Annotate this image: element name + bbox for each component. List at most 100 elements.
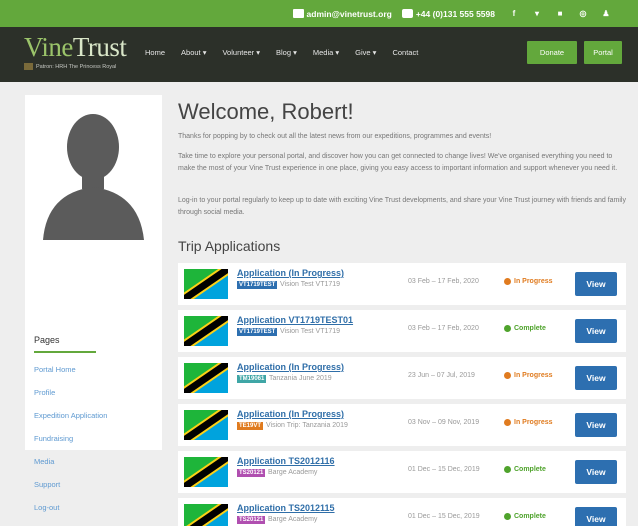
trip-name: Tanzania June 2019 <box>269 375 332 382</box>
application-card: Application TS2012116 TS20121 Barge Academ… <box>178 451 626 493</box>
check-circle-icon <box>504 513 511 520</box>
view-button[interactable]: View <box>575 319 617 343</box>
profile-sidebar: Pages Portal Home Profile Expedition App… <box>25 95 162 512</box>
application-card: Application (In Progress) TE19VT Vision Tr… <box>178 404 626 446</box>
email-link[interactable]: admin@vinetrust.org <box>292 8 392 19</box>
nav-contact[interactable]: Contact <box>392 48 418 57</box>
trip-name: Barge Academy <box>268 469 318 476</box>
email-icon <box>292 9 304 18</box>
nav-volunteer[interactable]: Volunteer ▾ <box>222 48 260 57</box>
application-title-link[interactable]: Application (In Progress) <box>237 409 344 419</box>
account-icon[interactable]: ♟ <box>602 9 610 18</box>
sidebar-item-support[interactable]: Support <box>34 480 60 489</box>
trip-code-badge: VT1719TEST <box>237 281 278 289</box>
application-card: Application (In Progress) VT1719TEST Visio… <box>178 263 626 305</box>
status-badge: In Progress <box>504 419 553 426</box>
view-button[interactable]: View <box>575 460 617 484</box>
trip-dates: 01 Dec – 15 Dec, 2019 <box>408 513 480 520</box>
status-text: In Progress <box>514 419 553 426</box>
trip-dates: 23 Jun – 07 Jul, 2019 <box>408 372 475 379</box>
email-text: admin@vinetrust.org <box>306 8 392 19</box>
portal-button[interactable]: Portal <box>584 41 622 64</box>
intro-paragraph-2: Take time to explore your personal porta… <box>178 153 618 172</box>
status-badge: In Progress <box>504 372 553 379</box>
phone-icon <box>401 9 413 18</box>
clock-icon <box>504 278 511 285</box>
page-title: Welcome, Robert! <box>178 99 354 124</box>
vine-trust-logo[interactable]: VineTrust Patron: HRH The Princess Royal <box>24 32 136 76</box>
view-button[interactable]: View <box>575 272 617 296</box>
trip-code-badge: TE19VT <box>237 422 264 430</box>
clock-icon <box>504 372 511 379</box>
tanzania-flag-icon <box>184 504 228 526</box>
intro-paragraph-3: Log-in to your portal regularly to keep … <box>178 197 626 216</box>
sidebar-item-fundraising[interactable]: Fundraising <box>34 434 73 443</box>
check-circle-icon <box>504 466 511 473</box>
view-button[interactable]: View <box>575 413 617 437</box>
trip-dates: 03 Feb – 17 Feb, 2020 <box>408 278 479 285</box>
logo-vine: Vine <box>24 32 73 62</box>
pages-heading: Pages <box>34 335 60 345</box>
nav-blog[interactable]: Blog ▾ <box>276 48 297 57</box>
trip-name: Vision Trip: Tanzania 2019 <box>266 422 348 429</box>
tanzania-flag-icon <box>184 457 228 487</box>
status-badge: Complete <box>504 466 546 473</box>
instagram-icon[interactable]: ◎ <box>579 9 587 18</box>
pages-underline <box>34 351 96 353</box>
donate-button[interactable]: Donate <box>527 41 577 64</box>
tanzania-flag-icon <box>184 363 228 393</box>
nav-media[interactable]: Media ▾ <box>313 48 339 57</box>
status-text: Complete <box>514 513 546 520</box>
trip-code-badge: TS20121 <box>237 469 266 477</box>
sidebar-item-expedition-application[interactable]: Expedition Application <box>34 411 107 420</box>
logo-trust: Trust <box>72 32 127 62</box>
tanzania-flag-icon <box>184 269 228 299</box>
trip-code-badge: TS20121 <box>237 516 266 524</box>
application-title-link[interactable]: Application TS2012116 <box>237 456 335 466</box>
sidebar-item-media[interactable]: Media <box>34 457 54 466</box>
trip-name: Vision Test VT1719 <box>280 328 341 335</box>
application-title-link[interactable]: Application TS2012115 <box>237 503 335 513</box>
status-text: Complete <box>514 325 546 332</box>
site-header: VineTrust Patron: HRH The Princess Royal… <box>0 27 638 82</box>
application-title-link[interactable]: Application VT1719TEST01 <box>237 315 353 325</box>
status-text: In Progress <box>514 278 553 285</box>
intro-paragraph-1: Thanks for popping by to check out all t… <box>178 133 492 140</box>
sidebar-item-profile[interactable]: Profile <box>34 388 55 397</box>
logo-patron: Patron: HRH The Princess Royal <box>36 63 117 70</box>
crest-icon <box>24 63 33 70</box>
nav-give[interactable]: Give ▾ <box>355 48 376 57</box>
view-button[interactable]: View <box>575 366 617 390</box>
sidebar-item-portal-home[interactable]: Portal Home <box>34 365 76 374</box>
trip-name: Vision Test VT1719 <box>280 281 341 288</box>
status-badge: Complete <box>504 325 546 332</box>
status-badge: In Progress <box>504 278 553 285</box>
trip-code-badge: VT1719TEST <box>237 328 278 336</box>
nav-home[interactable]: Home <box>145 48 165 57</box>
tanzania-flag-icon <box>184 316 228 346</box>
youtube-icon[interactable]: ■ <box>556 9 564 18</box>
application-card: Application VT1719TEST01 VT1719TEST Vision… <box>178 310 626 352</box>
application-card: Application TS2012115 TS20121 Barge Academ… <box>178 498 626 526</box>
facebook-icon[interactable]: f <box>510 9 518 18</box>
avatar <box>25 95 162 240</box>
application-title-link[interactable]: Application (In Progress) <box>237 362 344 372</box>
trip-dates: 01 Dec – 15 Dec, 2019 <box>408 466 480 473</box>
application-title-link[interactable]: Application (In Progress) <box>237 268 344 278</box>
sidebar-item-log-out[interactable]: Log-out <box>34 503 59 512</box>
top-contact-bar: admin@vinetrust.org +44 (0)131 555 5598 … <box>0 0 638 27</box>
twitter-icon[interactable]: ▾ <box>533 9 541 18</box>
application-card: Application (In Progress) TM19061 Tanzania… <box>178 357 626 399</box>
trip-dates: 03 Nov – 09 Nov, 2019 <box>408 419 480 426</box>
main-nav: Home About ▾ Volunteer ▾ Blog ▾ Media ▾ … <box>145 48 434 57</box>
status-text: In Progress <box>514 372 553 379</box>
trip-code-badge: TM19061 <box>237 375 267 383</box>
check-circle-icon <box>504 325 511 332</box>
nav-about[interactable]: About ▾ <box>181 48 206 57</box>
view-button[interactable]: View <box>575 507 617 526</box>
phone-text: +44 (0)131 555 5598 <box>415 8 495 19</box>
clock-icon <box>504 419 511 426</box>
status-text: Complete <box>514 466 546 473</box>
phone-link[interactable]: +44 (0)131 555 5598 <box>401 8 495 19</box>
trip-name: Barge Academy <box>268 516 318 523</box>
